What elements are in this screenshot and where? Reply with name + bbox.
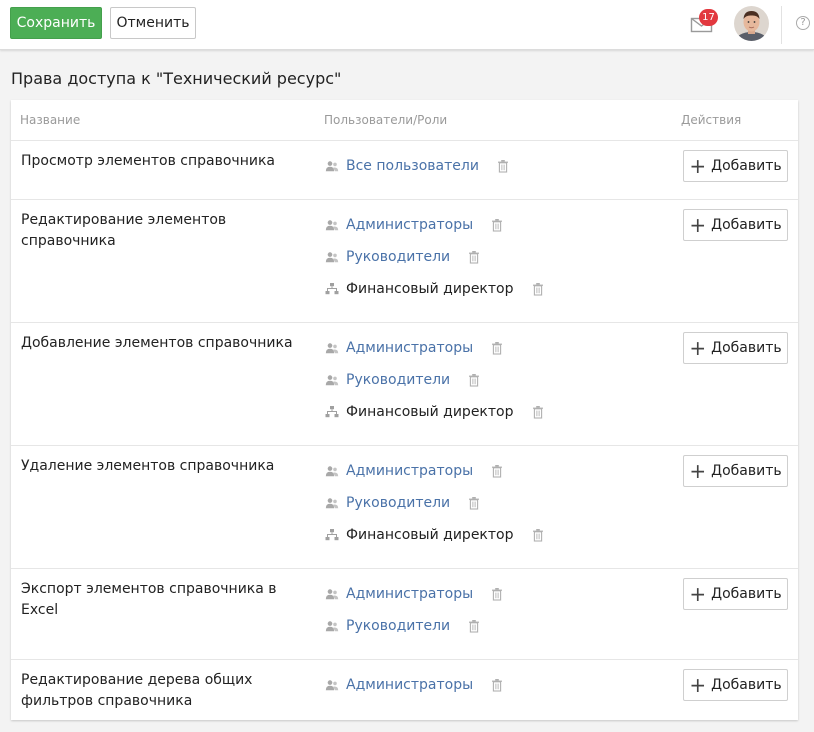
trash-icon[interactable] <box>491 587 503 601</box>
trash-icon[interactable] <box>532 405 544 419</box>
table-row: Редактирование дерева общих фильтров спр… <box>11 659 798 720</box>
assignee-entry: Администраторы <box>325 215 503 235</box>
plus-icon: + <box>689 213 707 237</box>
assignee-entry: Администраторы <box>325 675 503 695</box>
help-icon[interactable]: ? <box>796 16 810 30</box>
add-button-label: Добавить <box>711 340 782 356</box>
users-icon <box>325 680 339 691</box>
page-title: Права доступа к "Технический ресурс" <box>11 69 342 88</box>
permission-name: Просмотр элементов справочника <box>21 153 275 169</box>
permission-name: Редактирование дерева общих фильтров спр… <box>21 672 253 709</box>
assignee-label[interactable]: Администраторы <box>346 586 473 602</box>
users-icon <box>325 161 339 172</box>
assignee-entry: Руководители <box>325 247 480 267</box>
org-structure-icon <box>325 529 339 541</box>
assignee-entry: Руководители <box>325 370 480 390</box>
assignee-label[interactable]: Все пользователи <box>346 158 479 174</box>
plus-icon: + <box>689 673 707 697</box>
users-icon <box>325 252 339 263</box>
users-icon <box>325 498 339 509</box>
trash-icon[interactable] <box>491 464 503 478</box>
save-button[interactable]: Сохранить <box>10 7 102 39</box>
users-icon <box>325 621 339 632</box>
permissions-table: Название Пользователи/Роли Действия Прос… <box>11 100 798 720</box>
org-structure-icon <box>325 406 339 418</box>
assignee-entry: Администраторы <box>325 338 503 358</box>
assignee-label: Финансовый директор <box>346 527 514 543</box>
add-assignee-button[interactable]: + Добавить <box>683 578 788 610</box>
table-row: Просмотр элементов справочника Все пользо… <box>11 140 798 199</box>
add-assignee-button[interactable]: + Добавить <box>683 669 788 701</box>
assignee-entry: Финансовый директор <box>325 525 544 545</box>
avatar[interactable] <box>734 6 769 41</box>
permission-name: Редактирование элементов справочника <box>21 212 227 249</box>
users-icon <box>325 220 339 231</box>
trash-icon[interactable] <box>468 373 480 387</box>
assignee-entry: Все пользователи <box>325 156 509 176</box>
assignee-label[interactable]: Руководители <box>346 249 450 265</box>
trash-icon[interactable] <box>468 619 480 633</box>
users-icon <box>325 343 339 354</box>
column-header-users: Пользователи/Роли <box>324 113 448 127</box>
trash-icon[interactable] <box>491 678 503 692</box>
assignee-label[interactable]: Руководители <box>346 618 450 634</box>
trash-icon[interactable] <box>491 341 503 355</box>
assignee-entry: Руководители <box>325 493 480 513</box>
assignee-label[interactable]: Администраторы <box>346 340 473 356</box>
assignee-entry: Администраторы <box>325 584 503 604</box>
trash-icon[interactable] <box>468 496 480 510</box>
add-assignee-button[interactable]: + Добавить <box>683 332 788 364</box>
assignee-label[interactable]: Администраторы <box>346 217 473 233</box>
add-assignee-button[interactable]: + Добавить <box>683 455 788 487</box>
assignee-entry: Руководители <box>325 616 480 636</box>
assignee-label[interactable]: Руководители <box>346 372 450 388</box>
org-structure-icon <box>325 283 339 295</box>
trash-icon[interactable] <box>468 250 480 264</box>
assignee-label[interactable]: Руководители <box>346 495 450 511</box>
column-header-actions: Действия <box>681 113 742 127</box>
permission-name: Удаление элементов справочника <box>21 458 275 474</box>
assignee-entry: Администраторы <box>325 461 503 481</box>
cancel-button[interactable]: Отменить <box>110 7 196 39</box>
table-row: Удаление элементов справочника Администра… <box>11 445 798 568</box>
column-header-name: Название <box>20 113 81 127</box>
add-button-label: Добавить <box>711 217 782 233</box>
add-assignee-button[interactable]: + Добавить <box>683 209 788 241</box>
plus-icon: + <box>689 154 707 178</box>
assignee-label: Финансовый директор <box>346 281 514 297</box>
notifications-badge: 17 <box>699 9 718 26</box>
add-assignee-button[interactable]: + Добавить <box>683 150 788 182</box>
top-toolbar: Сохранить Отменить 17 ? <box>0 0 814 50</box>
table-row: Добавление элементов справочника Админист… <box>11 322 798 445</box>
trash-icon[interactable] <box>491 218 503 232</box>
permission-name: Экспорт элементов справочника в Excel <box>21 581 277 618</box>
users-icon <box>325 466 339 477</box>
table-row: Редактирование элементов справочника Адми… <box>11 199 798 322</box>
assignee-entry: Финансовый директор <box>325 402 544 422</box>
add-button-label: Добавить <box>711 586 782 602</box>
toolbar-divider <box>781 6 782 44</box>
assignee-label[interactable]: Администраторы <box>346 463 473 479</box>
trash-icon[interactable] <box>532 282 544 296</box>
plus-icon: + <box>689 582 707 606</box>
trash-icon[interactable] <box>497 159 509 173</box>
assignee-entry: Финансовый директор <box>325 279 544 299</box>
add-button-label: Добавить <box>711 158 782 174</box>
plus-icon: + <box>689 336 707 360</box>
assignee-label: Финансовый директор <box>346 404 514 420</box>
add-button-label: Добавить <box>711 463 782 479</box>
users-icon <box>325 375 339 386</box>
users-icon <box>325 589 339 600</box>
permission-name: Добавление элементов справочника <box>21 335 293 351</box>
plus-icon: + <box>689 459 707 483</box>
assignee-label[interactable]: Администраторы <box>346 677 473 693</box>
trash-icon[interactable] <box>532 528 544 542</box>
add-button-label: Добавить <box>711 677 782 693</box>
table-row: Экспорт элементов справочника в Excel Адм… <box>11 568 798 659</box>
